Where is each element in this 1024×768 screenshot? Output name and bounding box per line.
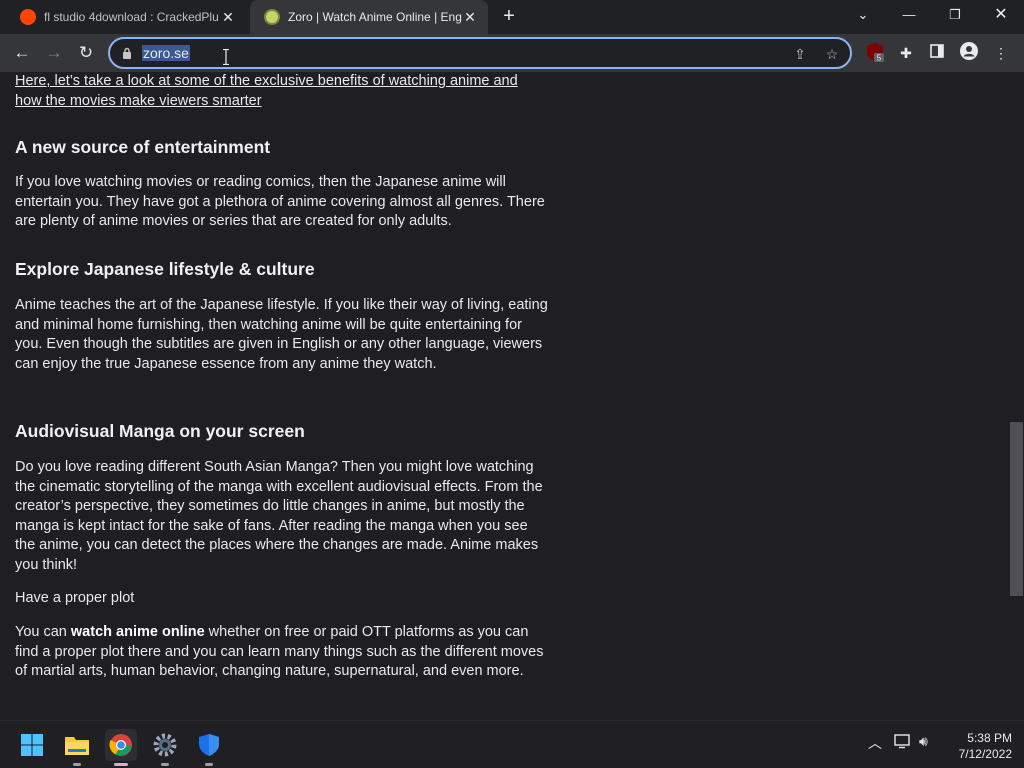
close-window-button[interactable]: ✕ [978, 0, 1024, 30]
article-intro-link[interactable]: Here, let’s take a look at some of the e… [15, 72, 545, 111]
tab-strip: fl studio 4download : CrackedPlu ✕ Zoro … [0, 0, 1024, 34]
section-heading: Audiovisual Manga on your screen [15, 421, 305, 441]
zoro-icon [264, 9, 280, 25]
tab-reddit[interactable]: fl studio 4download : CrackedPlu ✕ [6, 0, 246, 34]
restore-button[interactable]: ❐ [932, 0, 978, 30]
bookmark-star-icon[interactable]: ☆ [822, 44, 842, 64]
extension-badge: 5 [877, 54, 882, 63]
chrome-icon[interactable] [105, 729, 137, 766]
windows-security-icon[interactable] [193, 729, 225, 766]
reddit-icon [20, 9, 36, 25]
tab-zoro[interactable]: Zoro | Watch Anime Online | Eng ✕ [250, 0, 488, 34]
section-body: If you love watching movies or reading c… [15, 174, 545, 230]
address-bar[interactable]: zoro.se ⇪ ☆ [108, 37, 852, 69]
watch-anime-online-text: watch anime online [70, 624, 205, 640]
tab-search-icon[interactable]: ⌄ [840, 0, 886, 30]
scrollbar-track[interactable] [1008, 72, 1024, 720]
windows-taskbar: ︿ 🔊︎ 5:38 PM 7/12/2022 [0, 720, 1024, 768]
running-indicator [161, 763, 169, 766]
show-hidden-icons-icon[interactable]: ︿ [868, 733, 882, 753]
url-text[interactable]: zoro.se [142, 45, 190, 61]
back-button[interactable]: ← [8, 39, 36, 67]
tab-title: fl studio 4download : CrackedPlu [44, 10, 219, 24]
section-heading: A new source of entertainment [15, 137, 271, 157]
ublock-shield-icon: 5 [867, 43, 884, 63]
minimize-button[interactable]: — [886, 0, 932, 30]
close-tab-icon[interactable]: ✕ [220, 9, 236, 26]
close-tab-icon[interactable]: ✕ [462, 9, 478, 26]
running-indicator [73, 763, 81, 766]
network-icon[interactable] [894, 733, 912, 752]
new-tab-button[interactable]: + [498, 5, 520, 27]
section-body: Anime teaches the art of the Japanese li… [15, 297, 548, 372]
paragraph-text: You can [15, 624, 71, 640]
reload-button[interactable]: ↻ [72, 39, 100, 67]
running-indicator [114, 763, 128, 766]
web-page: Here, let’s take a look at some of the e… [0, 72, 1008, 720]
forward-button[interactable]: → [40, 39, 68, 67]
clock-time: 5:38 PM [967, 731, 1012, 745]
section-body: Do you love reading different South Asia… [15, 459, 543, 573]
browser-toolbar: ← → ↻ zoro.se ⇪ ☆ 5 ✚ ⋮ [0, 34, 1024, 72]
plot-line: Have a proper plot [15, 590, 135, 606]
lock-icon [123, 47, 131, 59]
chrome-menu-icon[interactable]: ⋮ [990, 42, 1012, 64]
profile-avatar-icon[interactable] [958, 42, 980, 64]
running-indicator [205, 763, 213, 766]
side-panel-icon[interactable] [926, 42, 948, 64]
scrollbar-thumb[interactable] [1010, 422, 1023, 596]
volume-icon[interactable]: 🔊︎ [919, 733, 928, 750]
section-heading: Explore Japanese lifestyle & culture [15, 259, 315, 279]
ublock-extension-icon[interactable]: 5 [864, 42, 886, 64]
file-explorer-icon[interactable] [61, 729, 93, 766]
taskbar-clock[interactable]: 5:38 PM 7/12/2022 [940, 730, 1012, 762]
extensions-puzzle-icon[interactable]: ✚ [895, 42, 917, 64]
share-icon[interactable]: ⇪ [790, 44, 810, 64]
settings-icon[interactable] [149, 729, 181, 766]
tab-title: Zoro | Watch Anime Online | Eng [288, 10, 462, 24]
windows-start-icon[interactable] [16, 729, 48, 761]
last-paragraph: You can watch anime online whether on fr… [15, 623, 550, 682]
text-cursor-icon [223, 48, 229, 66]
clock-date: 7/12/2022 [958, 747, 1012, 761]
